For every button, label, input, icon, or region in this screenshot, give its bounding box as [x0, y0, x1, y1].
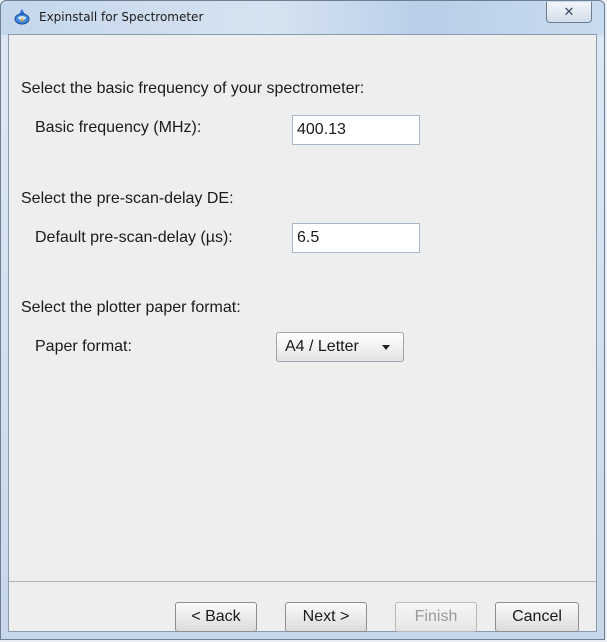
paper-format-value: A4 / Letter — [285, 338, 359, 355]
button-bar: < Back Next > Finish Cancel — [9, 581, 596, 632]
finish-button[interactable]: Finish — [395, 602, 477, 632]
window-title: Expinstall for Spectrometer — [39, 10, 204, 24]
close-button[interactable]: ✕ — [546, 2, 592, 23]
dialog-content: Select the basic frequency of your spect… — [8, 34, 597, 632]
back-button[interactable]: < Back — [175, 602, 257, 632]
paper-format-label: Paper format: — [35, 338, 132, 355]
cancel-button[interactable]: Cancel — [495, 602, 579, 632]
pre-scan-delay-label: Default pre-scan-delay (µs): — [35, 229, 233, 246]
next-button[interactable]: Next > — [285, 602, 367, 632]
paper-format-select[interactable]: A4 / Letter — [276, 332, 404, 362]
basic-frequency-label: Basic frequency (MHz): — [35, 119, 202, 136]
spectrometer-app-icon — [14, 9, 30, 25]
pre-scan-delay-input[interactable]: 6.5 — [292, 223, 420, 253]
basic-frequency-input[interactable]: 400.13 — [292, 115, 420, 145]
paper-format-heading: Select the plotter paper format: — [21, 299, 241, 316]
expinstall-window: Expinstall for Spectrometer ✕ Select the… — [0, 0, 605, 640]
frequency-heading: Select the basic frequency of your spect… — [21, 80, 365, 97]
close-icon: ✕ — [563, 4, 575, 19]
title-bar[interactable]: Expinstall for Spectrometer ✕ — [1, 1, 604, 35]
chevron-down-icon — [382, 345, 390, 350]
pre-scan-delay-heading: Select the pre-scan-delay DE: — [21, 190, 234, 207]
